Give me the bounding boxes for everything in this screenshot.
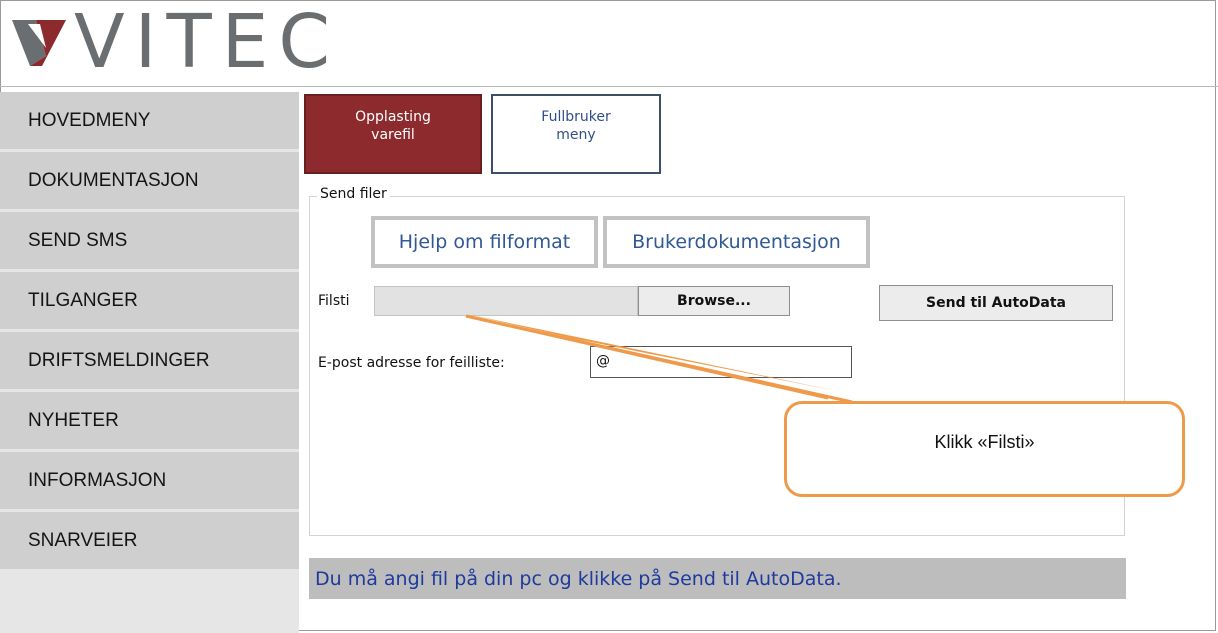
status-message: Du må angi fil på din pc og klikke på Se… — [309, 558, 1126, 599]
browse-button[interactable]: Browse... — [638, 286, 790, 316]
user-documentation-link[interactable]: Brukerdokumentasjon — [603, 216, 870, 268]
callout-box: Klikk «Filsti» — [784, 401, 1185, 497]
sidebar-item-tilganger[interactable]: TILGANGER — [0, 272, 299, 329]
sidebar-item-hovedmeny[interactable]: HOVEDMENY — [0, 92, 299, 149]
email-field[interactable]: @ — [590, 346, 852, 378]
email-label: E-post adresse for feilliste: — [318, 355, 505, 371]
tab-opplasting-varefil[interactable]: Opplasting varefil — [304, 94, 482, 174]
send-to-autodata-button[interactable]: Send til AutoData — [879, 285, 1113, 321]
sidebar-item-driftsmeldinger[interactable]: DRIFTSMELDINGER — [0, 332, 299, 389]
tab-label-line1: Fullbruker — [541, 109, 611, 125]
sidebar-item-dokumentasjon[interactable]: DOKUMENTASJON — [0, 152, 299, 209]
tab-fullbruker-meny[interactable]: Fullbruker meny — [491, 94, 661, 174]
sidebar: HOVEDMENY DOKUMENTASJON SEND SMS TILGANG… — [0, 92, 299, 633]
sidebar-item-send-sms[interactable]: SEND SMS — [0, 212, 299, 269]
file-path-label: Filsti — [318, 293, 350, 309]
file-path-input[interactable] — [374, 286, 638, 316]
tab-label-line2: meny — [556, 127, 596, 143]
sidebar-item-snarveier[interactable]: SNARVEIER — [0, 512, 299, 569]
tab-label-line2: varefil — [371, 127, 415, 143]
tab-label-line1: Opplasting — [355, 109, 431, 125]
sidebar-item-informasjon[interactable]: INFORMASJON — [0, 452, 299, 509]
header: VITEC — [0, 0, 1218, 87]
fieldset-legend: Send filer — [317, 186, 390, 202]
sidebar-item-nyheter[interactable]: NYHETER — [0, 392, 299, 449]
brand-logo-text: VITEC — [74, 0, 341, 85]
vitec-logo-icon — [12, 20, 66, 66]
help-file-format-link[interactable]: Hjelp om filformat — [371, 216, 598, 268]
